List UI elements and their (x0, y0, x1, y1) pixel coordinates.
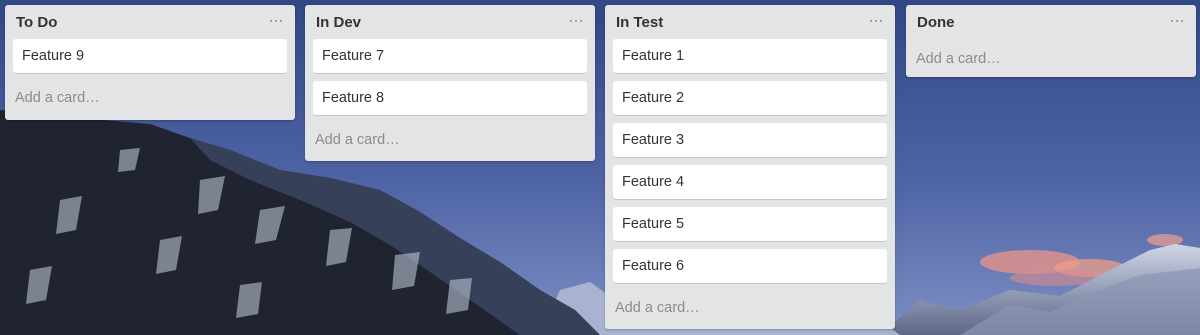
card-feature-6[interactable]: Feature 6 (613, 249, 887, 283)
add-card-button[interactable]: Add a card… (906, 39, 1196, 84)
list-header: In Test (605, 5, 895, 39)
list-in-dev: In Dev Feature 7 Feature 8 Add a card… (305, 5, 595, 161)
list-to-do: To Do Feature 9 Add a card… (5, 5, 295, 120)
list-title[interactable]: In Test (616, 14, 663, 32)
list-in-test: In Test Feature 1 Feature 2 Feature 3 Fe… (605, 5, 895, 329)
add-card-button[interactable]: Add a card… (605, 291, 895, 333)
card-feature-4[interactable]: Feature 4 (613, 165, 887, 199)
list-header: Done (906, 5, 1196, 39)
card-feature-9[interactable]: Feature 9 (13, 39, 287, 73)
card-feature-7[interactable]: Feature 7 (313, 39, 587, 73)
add-card-button[interactable]: Add a card… (5, 81, 295, 123)
card-feature-1[interactable]: Feature 1 (613, 39, 887, 73)
card-feature-5[interactable]: Feature 5 (613, 207, 887, 241)
more-horizontal-icon[interactable] (869, 14, 883, 26)
board: To Do Feature 9 Add a card… In Dev Featu… (0, 0, 1200, 335)
card-list: Feature 7 Feature 8 (305, 39, 595, 115)
list-title[interactable]: To Do (16, 14, 57, 32)
add-card-button[interactable]: Add a card… (305, 123, 595, 165)
card-list: Feature 1 Feature 2 Feature 3 Feature 4 … (605, 39, 895, 283)
more-horizontal-icon[interactable] (269, 14, 283, 26)
more-horizontal-icon[interactable] (569, 14, 583, 26)
card-list: Feature 9 (5, 39, 295, 73)
card-feature-8[interactable]: Feature 8 (313, 81, 587, 115)
card-feature-3[interactable]: Feature 3 (613, 123, 887, 157)
list-header: In Dev (305, 5, 595, 39)
more-horizontal-icon[interactable] (1170, 14, 1184, 26)
list-done: Done Add a card… (906, 5, 1196, 77)
list-title[interactable]: Done (917, 14, 955, 32)
list-header: To Do (5, 5, 295, 39)
card-feature-2[interactable]: Feature 2 (613, 81, 887, 115)
list-title[interactable]: In Dev (316, 14, 361, 32)
